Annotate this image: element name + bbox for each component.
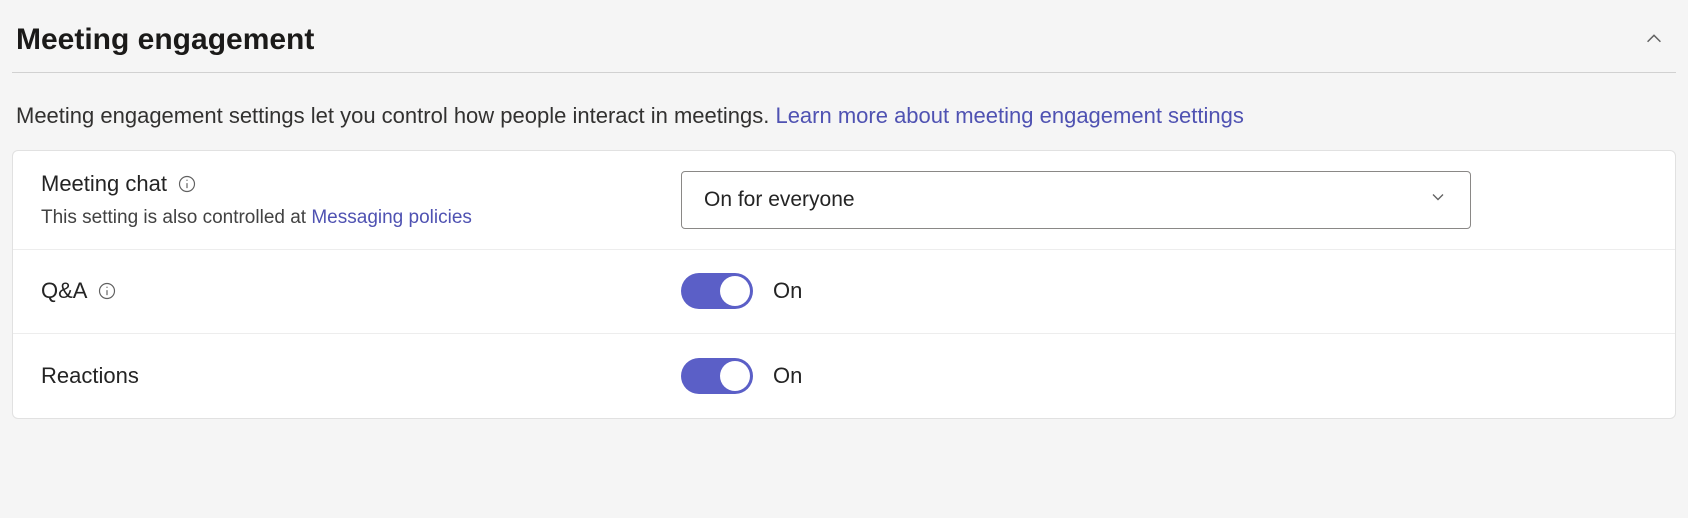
qa-row: Q&A On bbox=[13, 250, 1675, 334]
section-title: Meeting engagement bbox=[16, 23, 314, 57]
info-icon[interactable] bbox=[177, 174, 197, 194]
select-value: On for everyone bbox=[704, 188, 855, 212]
section-description: Meeting engagement settings let you cont… bbox=[12, 73, 1676, 150]
qa-toggle-state: On bbox=[773, 278, 802, 304]
reactions-toggle[interactable] bbox=[681, 358, 753, 394]
subtext-prefix: This setting is also controlled at bbox=[41, 207, 311, 228]
label-line: Meeting chat bbox=[41, 171, 681, 197]
qa-label: Q&A bbox=[41, 278, 87, 304]
reactions-label: Reactions bbox=[41, 363, 139, 389]
toggle-knob bbox=[720, 361, 750, 391]
meeting-chat-label: Meeting chat bbox=[41, 171, 167, 197]
label-line: Reactions bbox=[41, 363, 681, 389]
qa-control: On bbox=[681, 273, 1647, 309]
section-header: Meeting engagement bbox=[12, 10, 1676, 73]
messaging-policies-link[interactable]: Messaging policies bbox=[311, 207, 472, 228]
description-text: Meeting engagement settings let you cont… bbox=[16, 103, 775, 128]
meeting-engagement-section: Meeting engagement Meeting engagement se… bbox=[0, 0, 1688, 439]
reactions-control: On bbox=[681, 358, 1647, 394]
meeting-chat-subtext: This setting is also controlled at Messa… bbox=[41, 207, 681, 229]
meeting-chat-control: On for everyone bbox=[681, 171, 1647, 229]
meeting-chat-select[interactable]: On for everyone bbox=[681, 171, 1471, 229]
reactions-label-group: Reactions bbox=[41, 363, 681, 389]
meeting-chat-row: Meeting chat This setting is also contro… bbox=[13, 151, 1675, 250]
chevron-down-icon bbox=[1428, 187, 1448, 212]
reactions-toggle-state: On bbox=[773, 363, 802, 389]
learn-more-link[interactable]: Learn more about meeting engagement sett… bbox=[775, 103, 1243, 128]
qa-label-group: Q&A bbox=[41, 278, 681, 304]
toggle-knob bbox=[720, 276, 750, 306]
settings-card: Meeting chat This setting is also contro… bbox=[12, 150, 1676, 419]
label-line: Q&A bbox=[41, 278, 681, 304]
meeting-chat-label-group: Meeting chat This setting is also contro… bbox=[41, 171, 681, 229]
chevron-up-icon bbox=[1643, 28, 1665, 53]
collapse-button[interactable] bbox=[1636, 22, 1672, 58]
reactions-row: Reactions On bbox=[13, 334, 1675, 418]
qa-toggle[interactable] bbox=[681, 273, 753, 309]
info-icon[interactable] bbox=[97, 281, 117, 301]
